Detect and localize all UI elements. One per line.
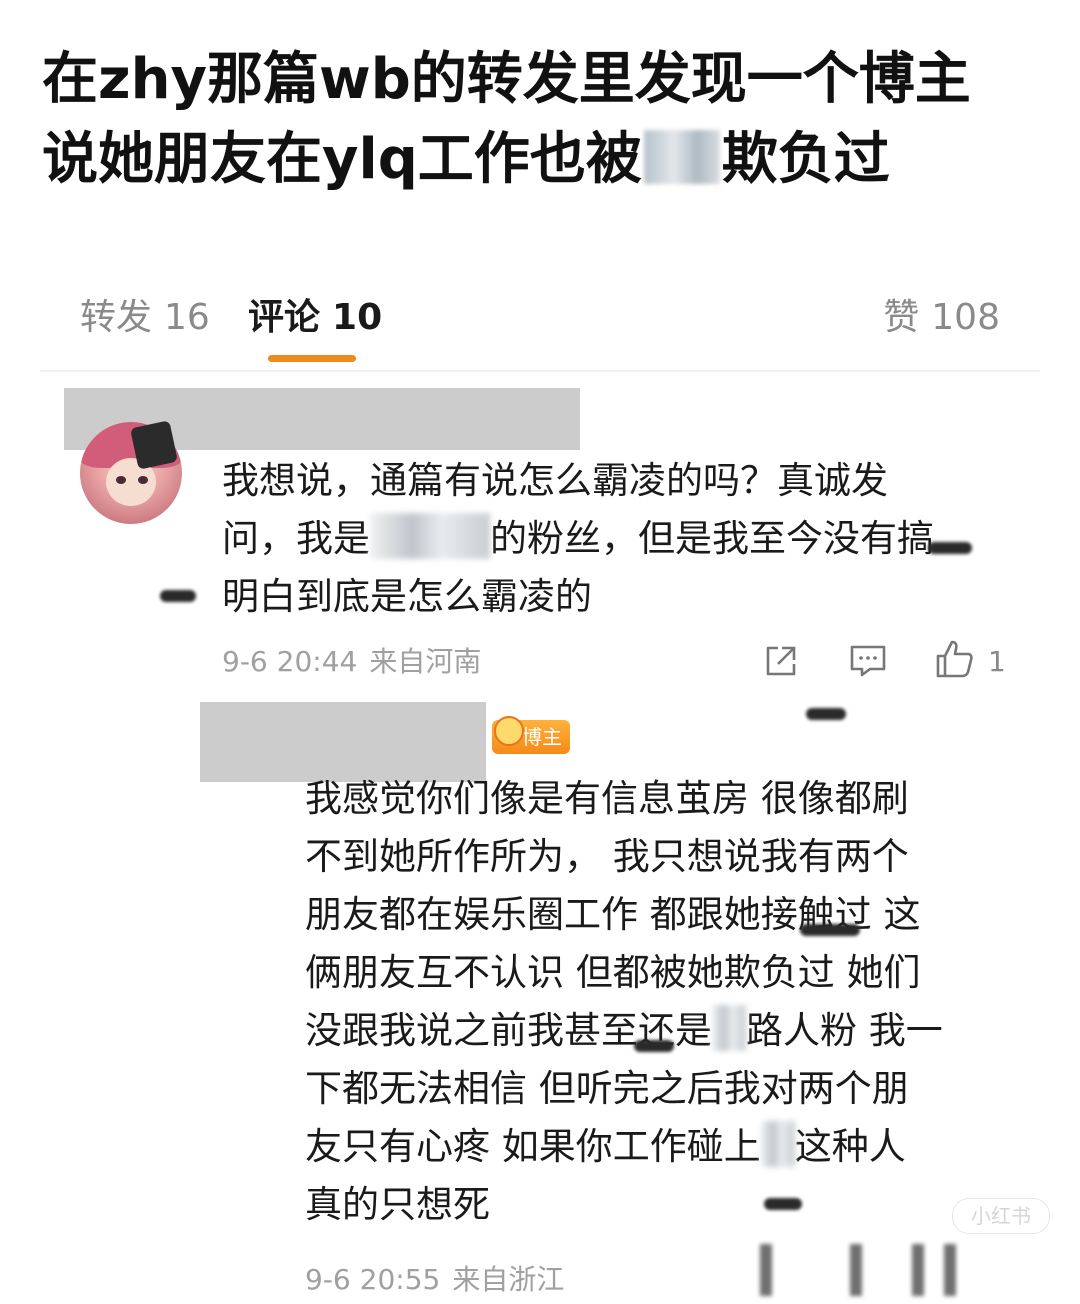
comment-icon [850,645,886,677]
active-tab-indicator [268,355,356,362]
reply-line: 友只有心疼 如果你工作碰上 这种人 [305,1118,1015,1176]
tab-comment-count: 10 [332,297,383,338]
headline-line-2-before: 说她朋友在ylq工作也被 [42,127,642,192]
reply-meta: 9-6 20:55 来自浙江 [305,1260,564,1300]
comment-line: 我想说，通篇有说怎么霸凌的吗？真诚发 [222,459,888,502]
share-button[interactable] [762,642,800,680]
comment-line: 明白到底是怎么霸凌的 [222,575,592,618]
crown-icon [494,716,524,746]
reply-line: 下都无法相信 但听完之后我对两个朋 [305,1067,909,1110]
tab-bar: 转发 16 评论 10 赞 108 [0,292,1080,372]
comment-meta: 9-6 20:44 来自河南 [222,642,481,682]
post-headline: 在zhy那篇wb的转发里发现一个博主 说她朋友在ylq工作也被 欺负过 [42,40,1042,200]
smudge-mark [764,1198,802,1210]
avatar-eye [138,476,148,484]
smudge-mark [912,1244,924,1296]
share-icon [766,646,796,676]
comment-text: 我想说，通篇有说怎么霸凌的吗？真诚发 问，我是 的粉丝，但是我至今没有搞 明白到底… [222,452,1022,626]
tab-like-label: 赞 [883,297,920,338]
smudge-mark [160,590,196,602]
reply-line-part: 路人粉 我一 [746,1009,943,1052]
tab-comment[interactable]: 评论 10 [248,292,382,344]
reply-line: 真的只想死 [305,1183,490,1226]
redacted-name [712,1005,746,1051]
smudge-mark [760,1244,772,1296]
smudge-mark [928,542,972,554]
smudge-mark [800,924,860,936]
comment-time: 9-6 20:44 [222,645,358,678]
watermark: 小红书 [952,1198,1050,1234]
reply-time: 9-6 20:55 [305,1263,441,1296]
smudge-mark [634,1040,674,1052]
tab-repost[interactable]: 转发 16 [80,292,210,344]
smudge-mark [850,1244,862,1296]
reply-line: 我感觉你们像是有信息茧房 很像都刷 [305,777,909,820]
tabs-divider [40,370,1040,372]
avatar-eye [116,476,126,484]
thumbs-up-icon [936,640,973,678]
avatar-badge [130,420,178,470]
tab-comment-label: 评论 [248,297,321,338]
tab-like[interactable]: 赞 108 [883,292,1000,344]
reply-line-part: 友只有心疼 如果你工作碰上 [305,1125,761,1168]
redacted-name [643,130,720,184]
reply-button[interactable] [848,642,888,680]
reply-line: 朋友都在娱乐圈工作 都跟她接触过 这 [305,893,921,936]
reply-line: 不到她所作所为， 我只想说我有两个 [305,835,909,878]
smudge-mark [806,708,846,720]
tab-like-count: 108 [931,297,1000,338]
author-badge: 博主 [492,716,570,754]
redacted-name [370,513,490,559]
headline-line-1: 在zhy那篇wb的转发里发现一个博主 [42,47,971,112]
comment-line-part: 的粉丝，但是我至今没有搞 [490,517,934,560]
comment-location: 来自河南 [369,645,482,678]
author-badge-label: 博主 [522,725,562,749]
comment-line-part: 问，我是 [222,517,370,560]
comment-line: 问，我是 的粉丝，但是我至今没有搞 [222,510,1022,568]
like-count: 1 [988,645,1006,678]
tab-repost-count: 16 [164,297,210,338]
smudge-mark [944,1244,956,1296]
redacted-name [760,1121,795,1167]
like-button[interactable] [934,638,976,680]
reply-location: 来自浙江 [452,1263,565,1296]
reply-line: 俩朋友互不认识 但都被她欺负过 她们 [305,951,921,994]
reply-text: 我感觉你们像是有信息茧房 很像都刷 不到她所作所为， 我只想说我有两个 朋友都在… [305,770,1015,1234]
reply-line-part: 这种人 [794,1125,906,1168]
headline-line-2: 说她朋友在ylq工作也被 欺负过 [42,120,1042,200]
tab-repost-label: 转发 [80,297,153,338]
headline-line-2-after: 欺负过 [721,127,890,192]
